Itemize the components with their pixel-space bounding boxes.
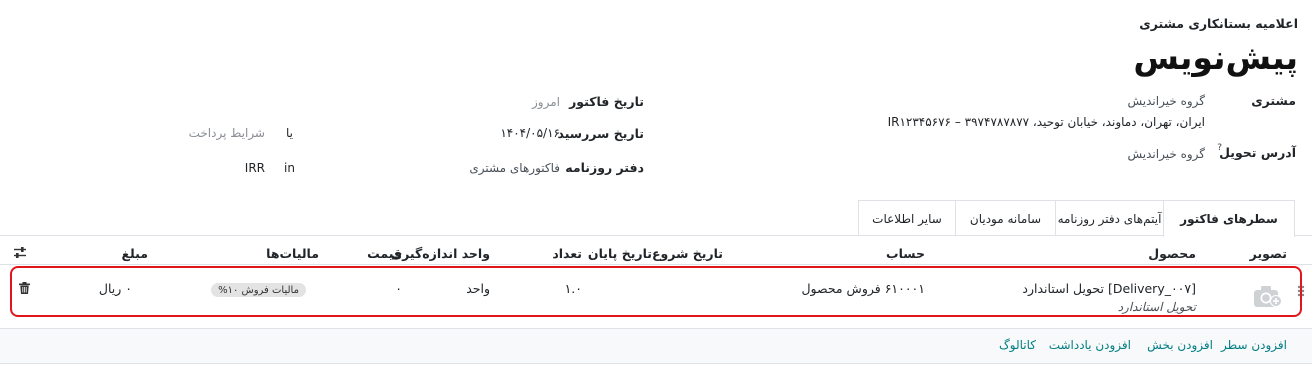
tab-divider-right	[1295, 235, 1312, 236]
column-quantity[interactable]: تعداد	[552, 246, 582, 261]
account-field[interactable]: ۶۱۰۰۰۱ فروش محصول	[801, 281, 925, 296]
invoice-date-label: تاریخ فاکتور	[569, 94, 644, 109]
currency-field[interactable]: IRR	[245, 161, 265, 175]
payment-terms-field[interactable]: شرایط پرداخت	[189, 126, 265, 140]
camera-plus-icon[interactable]	[1253, 284, 1283, 311]
customer-address: ایران، تهران، دماوند، خیابان توحید، ۳۹۷۴…	[887, 115, 1205, 129]
journal-field[interactable]: فاکتورهای مشتری	[469, 161, 560, 175]
column-start-date[interactable]: تاریخ شروع	[652, 246, 723, 261]
tab-tax-system-label: سامانه مودیان	[969, 211, 1042, 226]
tab-invoice-lines-label: سطرهای فاکتور	[1180, 212, 1278, 226]
add-section-link[interactable]: افزودن بخش	[1147, 338, 1213, 352]
document-type-label: اعلامیه بستانکاری مشتری	[1139, 16, 1298, 31]
tab-journal-items-label: آیتم‌های دفتر روزنامه	[1057, 211, 1162, 226]
delivery-address-field[interactable]: گروه خیراندیش	[1127, 147, 1205, 161]
trash-icon[interactable]	[19, 282, 30, 297]
product-field[interactable]: [Delivery_۰۰۷] تحویل استاندارد	[1022, 281, 1196, 296]
column-account[interactable]: حساب	[886, 246, 925, 261]
drag-handle-icon[interactable]	[1297, 285, 1305, 300]
sliders-icon[interactable]	[13, 246, 27, 262]
column-taxes[interactable]: مالیات‌ها	[266, 246, 319, 261]
add-note-link[interactable]: افزودن یادداشت	[1049, 338, 1131, 352]
column-end-date[interactable]: تاریخ پایان	[588, 246, 652, 261]
due-date-label: تاریخ سررسید	[557, 126, 644, 141]
in-text: in	[284, 161, 295, 175]
uom-field[interactable]: واحد	[466, 281, 490, 296]
header-separator	[0, 264, 1312, 265]
customer-field[interactable]: گروه خیراندیش	[1127, 94, 1205, 108]
due-date-field[interactable]: ۱۴۰۴/۰۵/۱۶	[500, 126, 560, 140]
delivery-address-label: آدرس تحویل	[1219, 145, 1296, 160]
tax-badge[interactable]: مالیات فروش ۱۰%	[211, 283, 306, 297]
tab-other-info[interactable]: سایر اطلاعات	[858, 200, 956, 236]
journal-label: دفتر روزنامه	[565, 160, 644, 175]
help-icon[interactable]: ?	[1217, 143, 1222, 153]
catalog-link[interactable]: کاتالوگ	[999, 338, 1036, 352]
add-line-link[interactable]: افزودن سطر	[1221, 338, 1287, 352]
tab-journal-items[interactable]: آیتم‌های دفتر روزنامه	[1055, 200, 1164, 236]
price-field[interactable]: ۰	[395, 281, 402, 296]
column-amount[interactable]: مبلغ	[122, 246, 148, 261]
or-text: یا	[286, 126, 293, 140]
tab-tax-system[interactable]: سامانه مودیان	[955, 200, 1056, 236]
customer-label: مشتری	[1251, 93, 1296, 108]
quantity-field[interactable]: ۱.۰	[565, 281, 582, 296]
tab-divider	[0, 235, 1163, 236]
tab-invoice-lines[interactable]: سطرهای فاکتور	[1163, 200, 1295, 237]
column-product[interactable]: محصول	[1148, 246, 1196, 261]
page-title: پیش‌نویس	[1133, 38, 1298, 77]
column-uom[interactable]: واحد اندازه‌گیری	[391, 246, 490, 261]
amount-value: ۰ ریال	[98, 281, 132, 296]
column-image[interactable]: تصویر	[1250, 246, 1287, 261]
column-price[interactable]: قیمت	[367, 246, 402, 261]
tab-other-info-label: سایر اطلاعات	[872, 211, 942, 226]
product-description[interactable]: تحویل استاندارد	[1118, 300, 1196, 314]
invoice-date-field[interactable]: امروز	[532, 95, 560, 109]
